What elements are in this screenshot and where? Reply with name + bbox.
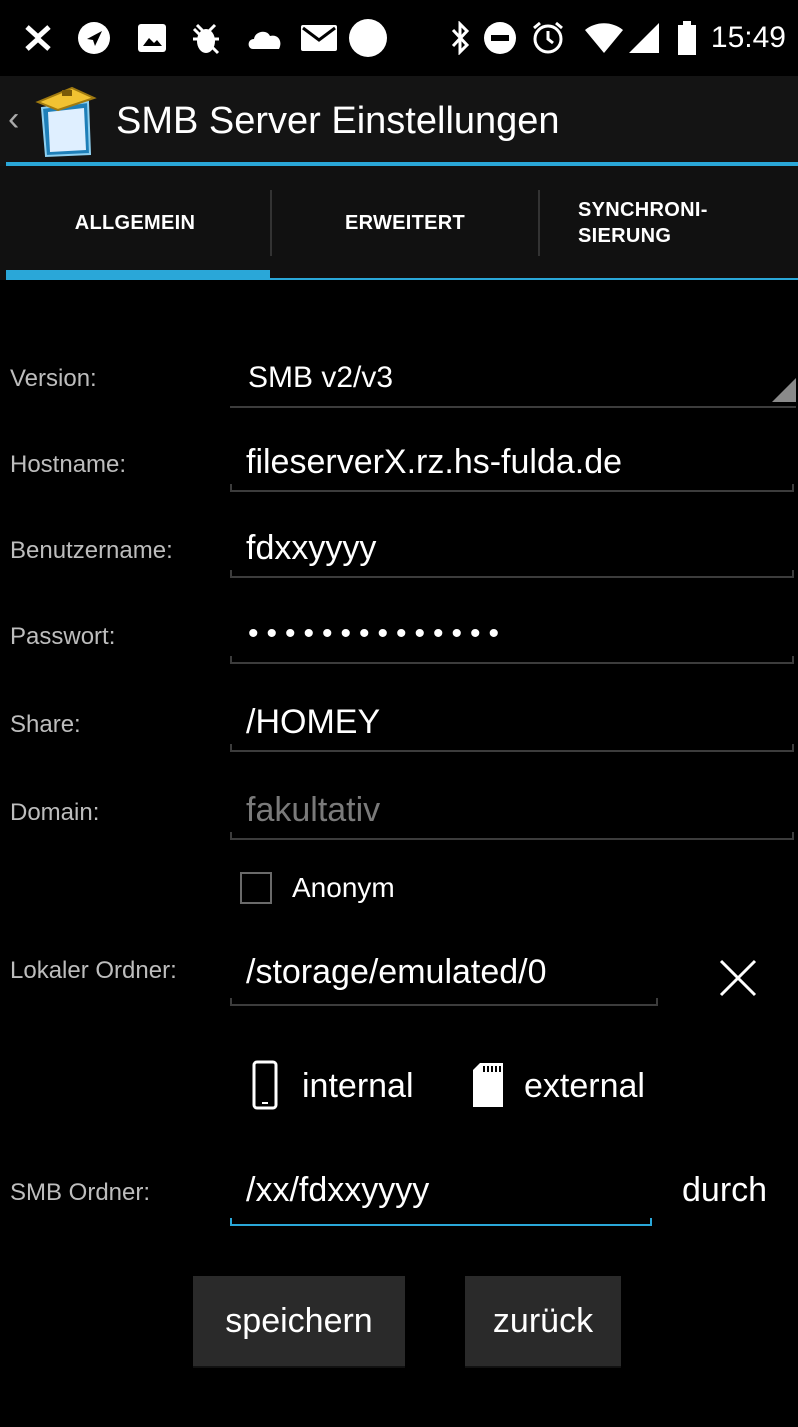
field-underline-tick xyxy=(230,744,232,752)
domain-label: Domain: xyxy=(10,799,100,826)
internal-label: internal xyxy=(302,1067,414,1105)
field-underline-tick xyxy=(792,656,794,664)
wifi-icon xyxy=(582,18,626,58)
field-underline-tick xyxy=(230,1218,232,1226)
anonym-label: Anonym xyxy=(292,872,395,903)
do-not-disturb-icon xyxy=(480,18,520,58)
bluetooth-icon xyxy=(444,18,476,58)
tab-label-line: SIERUNG xyxy=(578,225,672,247)
tab-synchronisierung[interactable]: SYNCHRONI- SIERUNG xyxy=(540,166,798,280)
action-bar: ‹ SMB Server Einstellungen xyxy=(0,76,798,166)
browse-smb-folder-button[interactable]: durch xyxy=(682,1168,767,1212)
save-button-label: speichern xyxy=(225,1301,373,1340)
password-label: Passwort: xyxy=(10,623,116,650)
share-field[interactable]: /HOMEY xyxy=(230,696,796,756)
anonym-checkbox[interactable] xyxy=(240,872,272,904)
save-button[interactable]: speichern xyxy=(193,1276,405,1366)
field-underline xyxy=(230,750,794,752)
field-underline-tick xyxy=(230,484,232,492)
local-folder-field[interactable]: /storage/emulated/0 xyxy=(230,944,660,1008)
status-bar: 15:49 xyxy=(0,0,798,76)
signal-icon xyxy=(624,18,664,58)
field-underline xyxy=(230,662,794,664)
domain-placeholder: fakultativ xyxy=(246,791,381,829)
version-value: SMB v2/v3 xyxy=(248,361,394,394)
password-field[interactable]: •••••••••••••• xyxy=(230,608,796,668)
spinner-underline xyxy=(230,406,796,408)
local-folder-label: Lokaler Ordner: xyxy=(10,957,177,984)
field-underline-tick xyxy=(792,744,794,752)
field-underline-tick xyxy=(230,832,232,840)
usb-icon xyxy=(18,18,58,58)
field-underline-tick xyxy=(656,998,658,1006)
field-underline xyxy=(230,838,794,840)
field-underline-tick xyxy=(792,832,794,840)
navigation-icon xyxy=(74,18,114,58)
anonym-checkbox-row[interactable]: Anonym xyxy=(236,866,436,910)
alarm-icon xyxy=(528,18,568,58)
smb-folder-value: /xx/fdxxyyyy xyxy=(246,1171,430,1209)
hostname-label: Hostname: xyxy=(10,451,127,478)
tab-label-line: SYNCHRONI- xyxy=(578,199,708,221)
field-underline-tick xyxy=(230,656,232,664)
username-field[interactable]: fdxxyyyy xyxy=(230,522,796,582)
clear-local-folder-icon[interactable] xyxy=(710,950,766,1006)
tab-erweitert[interactable]: ERWEITERT xyxy=(272,166,538,280)
back-caret-icon[interactable]: ‹ xyxy=(8,102,19,136)
smb-folder-label: SMB Ordner: xyxy=(10,1179,151,1206)
field-underline-tick xyxy=(792,570,794,578)
local-folder-value: /storage/emulated/0 xyxy=(246,953,547,991)
tab-label: ERWEITERT xyxy=(344,212,466,234)
smb-folder-field[interactable]: /xx/fdxxyyyy xyxy=(230,1164,654,1230)
cloud-icon xyxy=(244,18,286,58)
version-label: Version: xyxy=(10,365,97,392)
external-storage-button[interactable]: external xyxy=(470,1060,690,1114)
debug-icon xyxy=(186,18,226,58)
field-underline xyxy=(230,1004,658,1006)
field-underline-tick xyxy=(650,1218,652,1226)
back-button-label: zurück xyxy=(492,1301,594,1340)
username-value: fdxxyyyy xyxy=(246,529,377,567)
username-label: Benutzername: xyxy=(10,537,173,564)
field-underline xyxy=(230,576,794,578)
clock: 15:49 xyxy=(710,21,786,54)
record-icon xyxy=(346,18,390,58)
image-icon xyxy=(132,18,172,58)
hostname-value: fileserverX.rz.hs-fulda.de xyxy=(246,443,623,481)
field-underline-active xyxy=(230,1224,652,1226)
field-underline-tick xyxy=(792,484,794,492)
tab-allgemein[interactable]: ALLGEMEIN xyxy=(0,166,270,280)
share-label: Share: xyxy=(10,711,81,738)
field-underline-tick xyxy=(230,570,232,578)
tab-active-indicator xyxy=(6,270,270,280)
share-value: /HOMEY xyxy=(246,703,381,741)
tab-underline xyxy=(270,278,798,280)
external-label: external xyxy=(524,1067,645,1105)
password-value: •••••••••••••• xyxy=(248,617,508,650)
version-spinner[interactable]: SMB v2/v3 xyxy=(230,350,796,410)
tab-label: ALLGEMEIN xyxy=(74,212,196,234)
sd-card-icon xyxy=(473,1063,503,1107)
page-title: SMB Server Einstellungen xyxy=(116,100,560,142)
phone-icon xyxy=(252,1060,278,1110)
back-button[interactable]: zurück xyxy=(465,1276,621,1366)
mail-icon xyxy=(298,18,340,58)
app-logo-icon[interactable] xyxy=(28,80,108,160)
hostname-field[interactable]: fileserverX.rz.hs-fulda.de xyxy=(230,436,796,496)
field-underline xyxy=(230,490,794,492)
field-underline-tick xyxy=(230,998,232,1006)
domain-field[interactable]: fakultativ xyxy=(230,784,796,844)
internal-storage-button[interactable]: internal xyxy=(248,1060,448,1114)
tab-bar: ALLGEMEIN ERWEITERT SYNCHRONI- SIERUNG xyxy=(0,166,798,280)
spinner-triangle-icon xyxy=(772,378,796,402)
battery-icon xyxy=(672,18,702,58)
